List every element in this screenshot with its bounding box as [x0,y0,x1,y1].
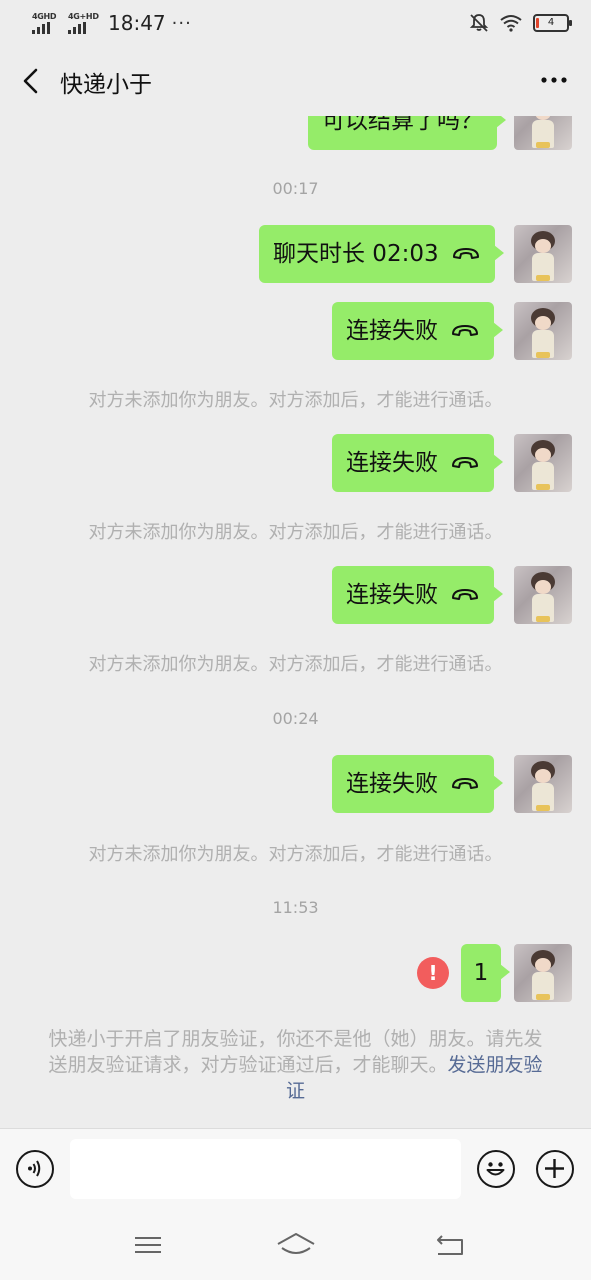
message-bubble[interactable]: 可以结算了吗？ [308,116,506,150]
menu-icon[interactable] [128,1230,168,1260]
message-text: 连接失败 [346,582,438,608]
signal-sim2-icon: 4G+HD [68,12,99,34]
mute-bell-icon [469,14,489,32]
call-message-bubble[interactable]: 聊天时长 02:03 [259,225,504,283]
message-text: 连接失败 [346,450,438,476]
status-bar: 4GHD 4G+HD 18:47 ··· 4 [0,0,591,46]
message-text: 连接失败 [346,771,438,797]
system-note: 对方未添加你为朋友。对方添加后，才能进行通话。 [88,522,503,543]
message-text: 可以结算了吗？ [322,116,483,134]
call-message-bubble[interactable]: 连接失败 [332,302,503,360]
more-functions-button[interactable] [536,1150,574,1188]
back-nav-icon[interactable] [430,1230,470,1260]
status-overflow: ··· [171,12,192,34]
message-bubble[interactable]: 1 [461,944,510,1002]
phone-hangup-icon [452,248,479,259]
avatar[interactable] [514,566,572,624]
emoji-icon [486,1162,505,1176]
chat-header: 快递小于 [0,46,591,116]
status-time: 18:47 [108,11,166,35]
call-message-bubble[interactable]: 连接失败 [332,434,503,492]
timestamp: 00:17 [272,179,319,198]
more-options-icon[interactable] [539,70,569,90]
call-message-bubble[interactable]: 连接失败 [332,566,503,624]
friend-verification-notice: 快递小于开启了朋友验证，你还不是他（她）朋友。请先发送朋友验证请求，对方验证通过… [44,1026,547,1104]
timestamp: 11:53 [272,898,319,917]
avatar[interactable] [514,434,572,492]
plus-icon [545,1159,564,1178]
avatar[interactable] [514,116,572,150]
signal-sim1-icon: 4GHD [32,12,62,34]
voice-input-button[interactable] [16,1150,54,1188]
system-note: 对方未添加你为朋友。对方添加后，才能进行通话。 [88,844,503,865]
avatar[interactable] [514,755,572,813]
input-bar [0,1128,591,1211]
call-message-bubble[interactable]: 连接失败 [332,755,503,813]
phone-hangup-icon [452,778,478,789]
system-note: 对方未添加你为朋友。对方添加后，才能进行通话。 [88,654,503,675]
send-failed-icon[interactable]: ! [417,957,449,989]
phone-hangup-icon [452,589,478,600]
message-text: 聊天时长 02:03 [273,241,439,267]
home-icon[interactable] [276,1230,316,1260]
avatar[interactable] [514,944,572,1002]
avatar[interactable] [514,225,572,283]
emoji-button[interactable] [477,1150,515,1188]
phone-hangup-icon [452,457,478,468]
message-text: 1 [473,960,489,986]
phone-hangup-icon [452,325,478,336]
voice-icon [28,1160,41,1177]
wifi-icon [500,15,522,32]
system-note: 对方未添加你为朋友。对方添加后，才能进行通话。 [88,390,503,411]
system-nav-bar [0,1210,591,1280]
message-input[interactable] [70,1139,461,1199]
battery-level: 4 [547,17,555,28]
chat-message-list[interactable]: 可以结算了吗？ 00:17 聊天时长 02:03 连接失败 对方未添加你为朋友。… [0,116,591,1128]
timestamp: 00:24 [272,709,319,728]
back-arrow-icon[interactable] [18,66,44,96]
chat-title: 快递小于 [60,72,152,98]
message-text: 连接失败 [346,318,438,344]
avatar[interactable] [514,302,572,360]
battery-icon: 4 [533,14,572,32]
